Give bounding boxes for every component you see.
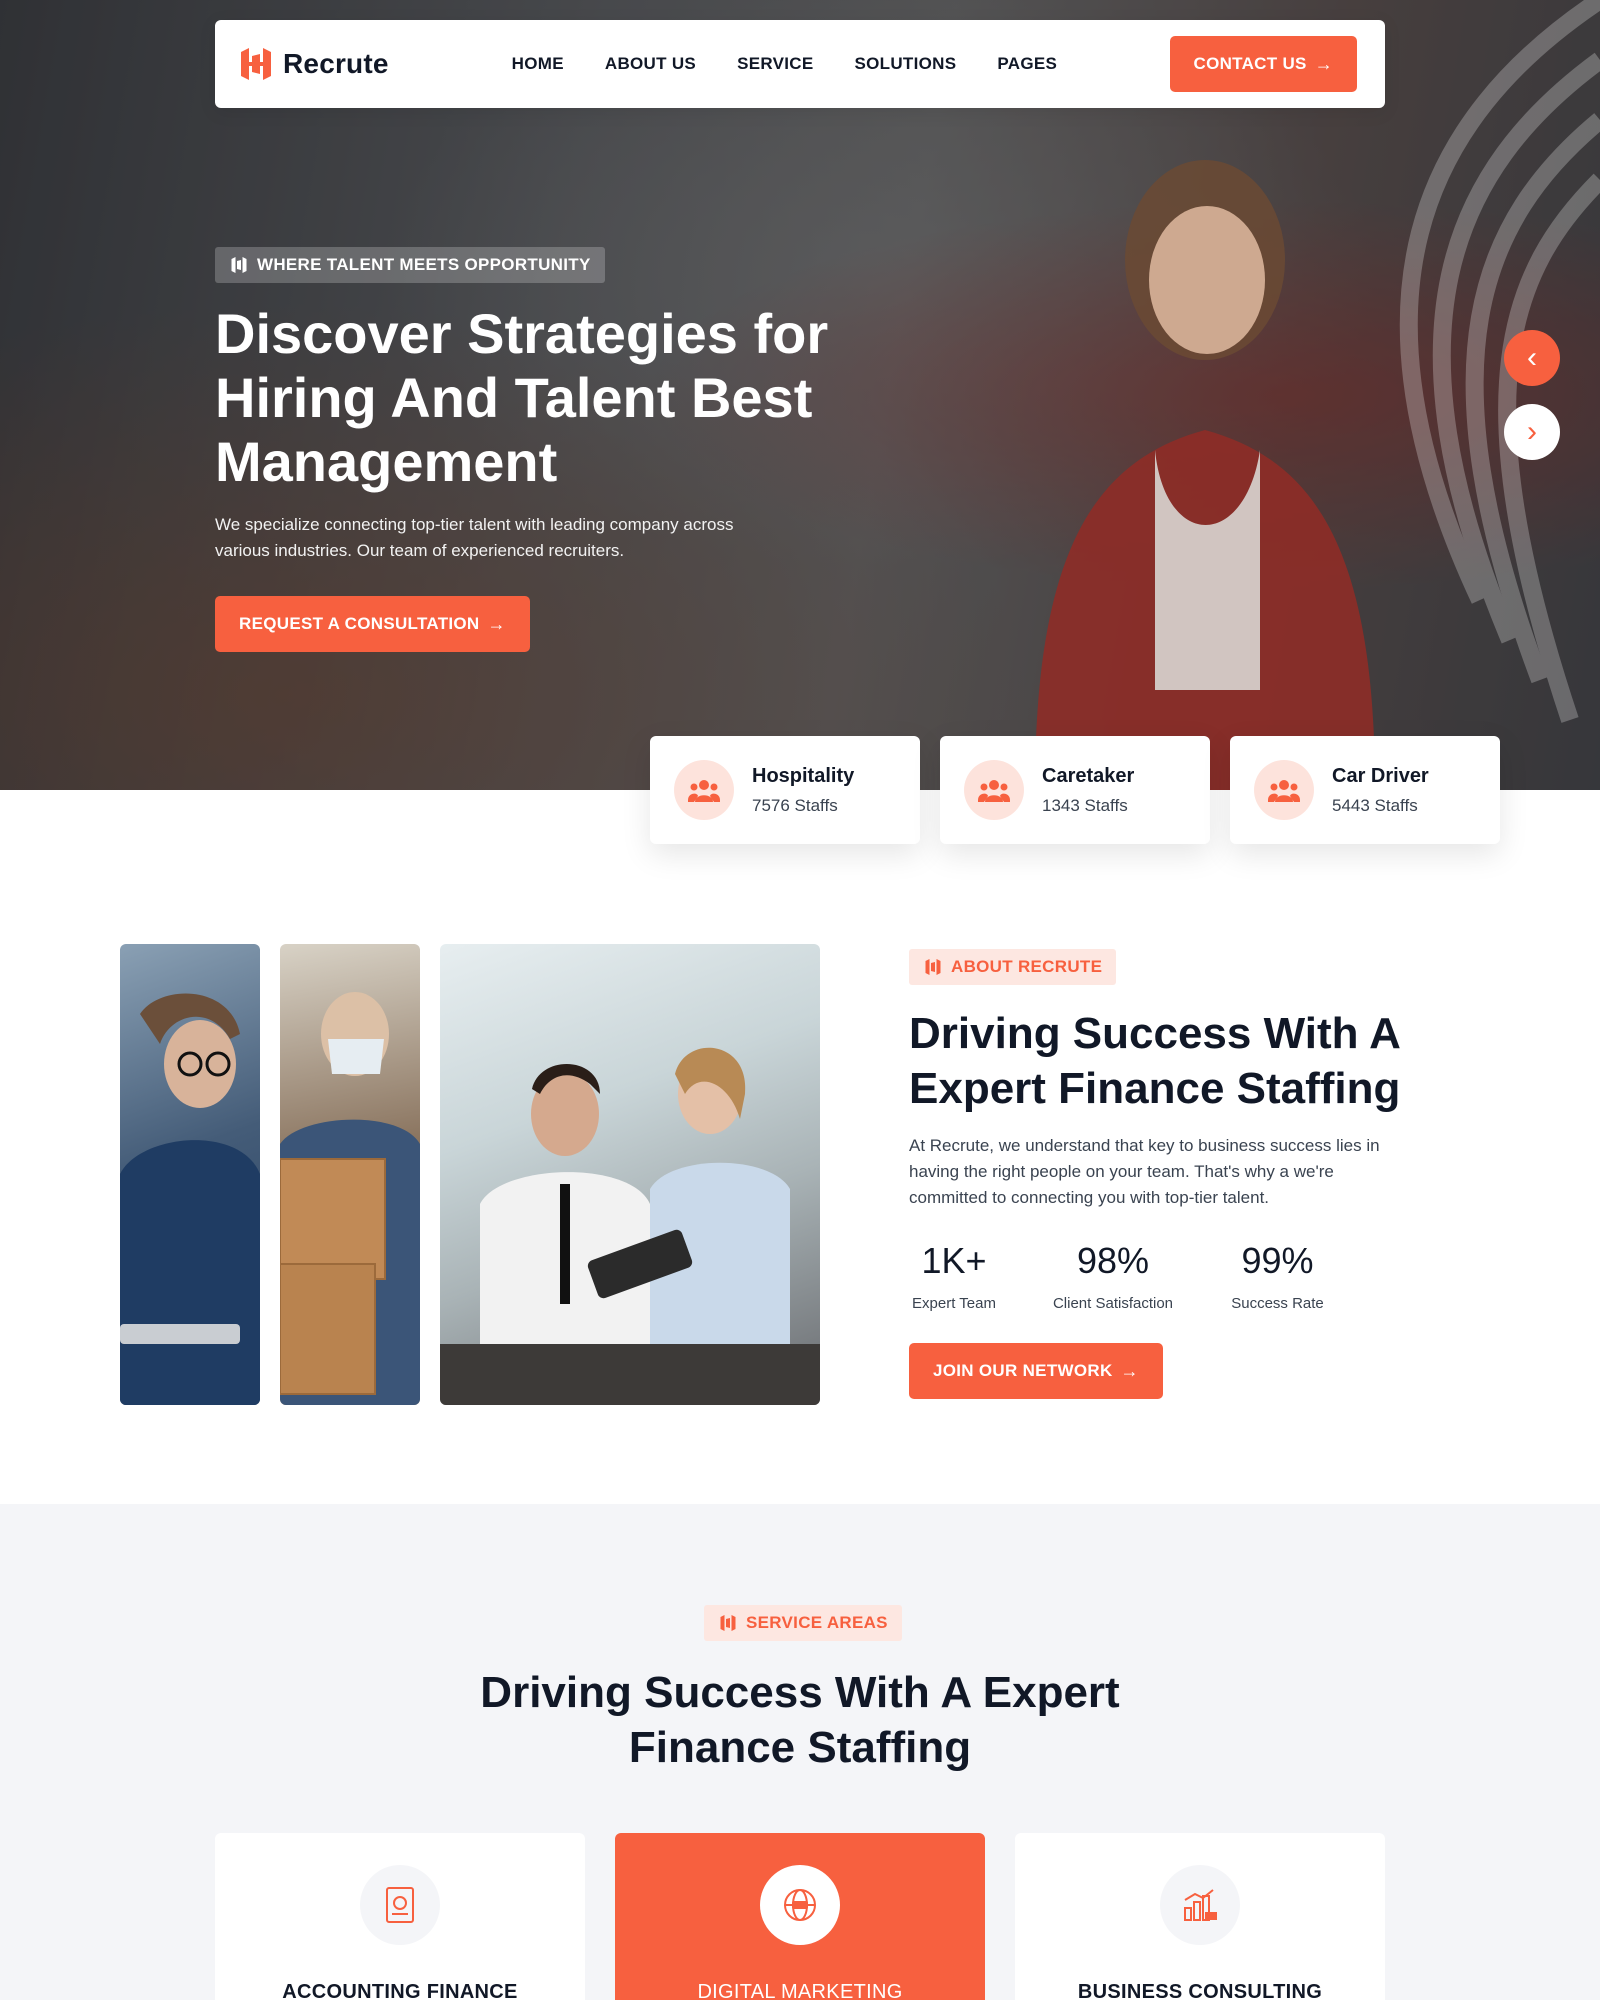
join-network-label: JOIN OUR NETWORK: [933, 1361, 1113, 1380]
service-card-business-consulting[interactable]: BUSINESS CONSULTING: [1015, 1833, 1385, 2000]
category-card-car-driver[interactable]: Car Driver 5443 Staffs: [1230, 736, 1500, 844]
nav-service[interactable]: SERVICE: [737, 54, 813, 74]
join-network-button[interactable]: JOIN OUR NETWORK →: [909, 1343, 1163, 1399]
about-title: Driving Success With A Expert Finance St…: [909, 1009, 1401, 1113]
accounting-document-icon: [360, 1865, 440, 1945]
logo-mark-icon: [925, 959, 941, 975]
users-icon: [1254, 760, 1314, 820]
hero-tag-label: WHERE TALENT MEETS OPPORTUNITY: [257, 255, 591, 274]
stat-success-rate: 99% Success Rate: [1225, 1235, 1330, 1312]
about-description: At Recrute, we understand that key to bu…: [909, 1136, 1380, 1207]
category-card-caretaker[interactable]: Caretaker 1343 Staffs: [940, 736, 1210, 844]
stat-client-satisfaction: 98% Client Satisfaction: [1043, 1235, 1183, 1312]
users-icon: [964, 760, 1024, 820]
service-name: ACCOUNTING FINANCE: [282, 1981, 518, 2000]
brand-name: Recrute: [283, 48, 389, 79]
arrow-right-icon: →: [487, 614, 506, 634]
request-consultation-label: REQUEST A CONSULTATION: [239, 614, 480, 633]
stat-label: Expert Team: [912, 1295, 996, 1312]
category-name: Car Driver: [1332, 764, 1429, 787]
service-name: BUSINESS CONSULTING: [1077, 1981, 1323, 2000]
stat-value: 99%: [1241, 1240, 1314, 1281]
slider-prev-button[interactable]: ‹: [1504, 330, 1560, 386]
hero-tag: WHERE TALENT MEETS OPPORTUNITY: [215, 247, 605, 283]
category-count: 5443 Staffs: [1332, 795, 1418, 815]
logo-mark-icon: [231, 257, 247, 273]
decorative-stripes: [1399, 0, 1600, 723]
service-card-accounting-finance[interactable]: ACCOUNTING FINANCE: [215, 1833, 585, 2000]
stat-label: Client Satisfaction: [1052, 1295, 1174, 1312]
stat-expert-team: 1K+ Expert Team: [909, 1235, 999, 1312]
services-title: Driving Success With A Expert Finance St…: [480, 1668, 1120, 1772]
slider-next-button[interactable]: ›: [1504, 404, 1560, 460]
service-card-digital-marketing[interactable]: DIGITAL MARKETING: [615, 1833, 985, 2000]
category-name: Hospitality: [752, 764, 855, 787]
chevron-left-icon: ‹: [1527, 341, 1537, 374]
about-image-man-laptop: [120, 944, 260, 1405]
category-card-hospitality[interactable]: Hospitality 7576 Staffs: [650, 736, 920, 844]
about-tag-label: ABOUT RECRUTE: [951, 957, 1103, 976]
nav-menu: HOME ABOUT US SERVICE SOLUTIONS PAGES: [512, 54, 1057, 74]
service-name: DIGITAL MARKETING: [697, 1981, 903, 2000]
about-image-team-meeting: [440, 944, 820, 1405]
hero-description: We specialize connecting top-tier talent…: [215, 515, 734, 560]
about-image-delivery-man: [280, 944, 420, 1405]
nav-pages[interactable]: PAGES: [997, 54, 1057, 74]
nav-about-us[interactable]: ABOUT US: [605, 54, 696, 74]
main-navbar: Recrute HOME ABOUT US SERVICE SOLUTIONS …: [215, 20, 1385, 108]
request-consultation-button[interactable]: REQUEST A CONSULTATION →: [215, 596, 530, 652]
logo-mark-icon: [241, 48, 271, 80]
about-tag: ABOUT RECRUTE: [909, 949, 1117, 985]
nav-solutions[interactable]: SOLUTIONS: [855, 54, 957, 74]
stat-value: 98%: [1076, 1240, 1150, 1281]
nav-home[interactable]: HOME: [512, 54, 564, 74]
stat-label: Success Rate: [1231, 1295, 1324, 1312]
contact-us-button[interactable]: CONTACT US →: [1169, 36, 1357, 92]
category-name: Caretaker: [1042, 764, 1135, 787]
hero-title: Discover Strategies for Hiring And Talen…: [215, 302, 829, 493]
bar-chart-icon: [1160, 1865, 1240, 1945]
seo-globe-icon: [760, 1865, 840, 1945]
brand-logo[interactable]: Recrute: [237, 44, 389, 84]
contact-us-label: CONTACT US: [1193, 54, 1307, 73]
stat-value: 1K+: [921, 1240, 987, 1281]
category-count: 1343 Staffs: [1042, 795, 1128, 815]
arrow-right-icon: →: [1314, 54, 1333, 74]
arrow-right-icon: →: [1120, 1361, 1139, 1381]
users-icon: [674, 760, 734, 820]
services-tag-label: SERVICE AREAS: [746, 1613, 888, 1632]
logo-mark-icon: [720, 1615, 736, 1631]
chevron-right-icon: ›: [1527, 415, 1537, 448]
category-count: 7576 Staffs: [752, 795, 838, 815]
services-tag: SERVICE AREAS: [704, 1605, 902, 1641]
